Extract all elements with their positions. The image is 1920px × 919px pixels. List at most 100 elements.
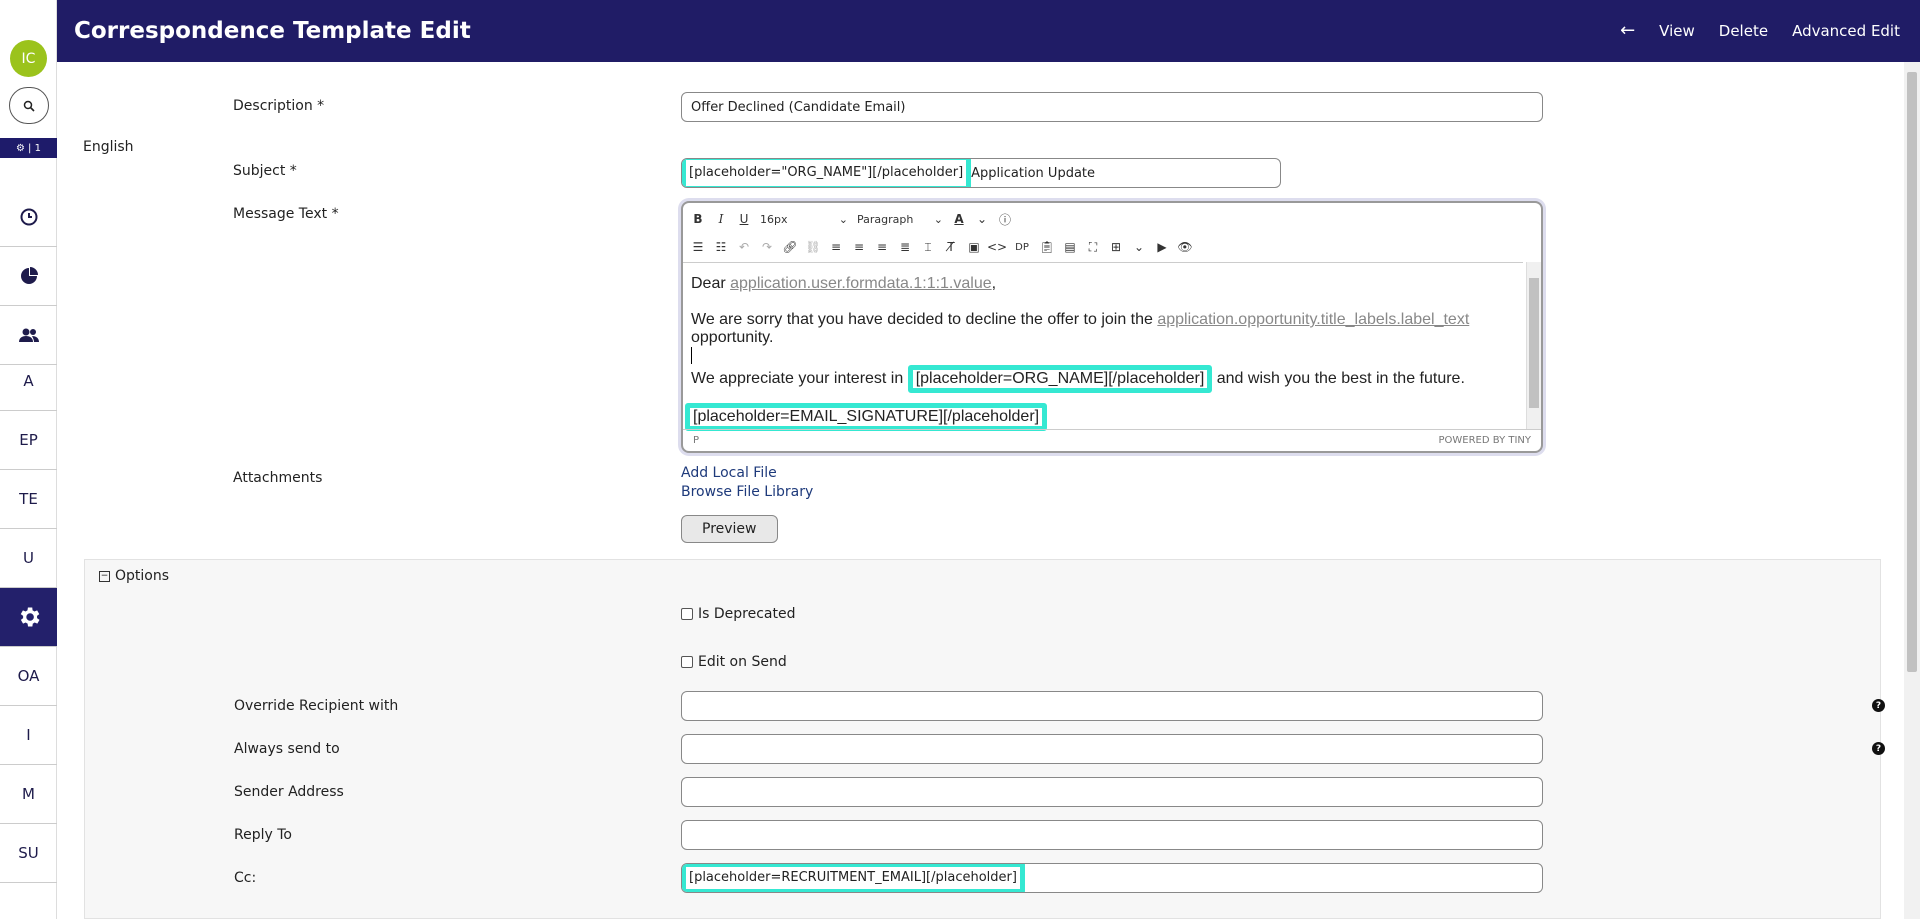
sidebar-search-button[interactable] <box>9 87 49 124</box>
help-icon[interactable]: ? <box>1872 699 1885 712</box>
align-justify-icon[interactable]: ≣ <box>898 240 912 254</box>
sender-address-label: Sender Address <box>234 784 344 800</box>
fullscreen-icon[interactable]: ⛶ <box>1086 240 1100 254</box>
sidebar-item-i[interactable]: I <box>0 706 57 765</box>
sidebar-item-su[interactable]: SU <box>0 824 57 883</box>
clipboard-icon[interactable]: 📋︎ <box>1039 240 1054 254</box>
message-text-label: Message Text * <box>233 206 339 222</box>
unlink-icon[interactable]: ⛓ <box>805 240 820 254</box>
view-link[interactable]: View <box>1659 22 1695 40</box>
undo-icon[interactable]: ↶ <box>737 240 751 254</box>
chevron-down-icon[interactable]: ⌄ <box>1132 240 1146 254</box>
chevron-down-icon[interactable]: ⌄ <box>975 212 989 226</box>
page-scrollbar[interactable] <box>1904 62 1920 919</box>
is-deprecated-checkbox[interactable]: Is Deprecated <box>681 606 795 622</box>
clear-format-icon[interactable]: T̸ <box>944 240 958 254</box>
text-color-icon[interactable]: A <box>952 212 966 226</box>
bullet-list-icon[interactable]: ☰ <box>691 240 705 254</box>
email-signature-placeholder: [placeholder=EMAIL_SIGNATURE][/placehold… <box>685 403 1048 431</box>
avatar[interactable]: IC <box>10 40 47 77</box>
help-icon[interactable]: ⓘ <box>998 212 1012 227</box>
editor-scroll-thumb[interactable] <box>1529 278 1539 408</box>
sender-address-input[interactable] <box>681 777 1543 807</box>
editor-paragraph-sorry: We are sorry that you have decided to de… <box>691 311 1470 346</box>
header-actions: ← View Delete Advanced Edit <box>1620 20 1900 41</box>
delete-link[interactable]: Delete <box>1719 22 1768 40</box>
redo-icon[interactable]: ↷ <box>760 240 774 254</box>
powered-by-tiny[interactable]: POWERED BY TINY <box>1439 435 1532 446</box>
code-icon[interactable]: <> <box>987 240 1007 254</box>
description-input[interactable]: Offer Declined (Candidate Email) <box>681 92 1543 122</box>
sidebar-item-history[interactable] <box>0 188 57 247</box>
sidebar: IC ⚙ | 1 A EP TE U OA I M SU <box>0 0 57 919</box>
subject-input[interactable]: [placeholder="ORG_NAME"][/placeholder] A… <box>681 158 1281 188</box>
align-left-icon[interactable]: ≡ <box>829 240 843 254</box>
editor-toolbar-row-1: B I U 16px ⌄ Paragraph ⌄ A ⌄ ⓘ <box>683 205 1541 233</box>
template-icon[interactable]: ▤ <box>1063 240 1077 254</box>
eye-slash-icon[interactable]: 👁︎ <box>1177 240 1192 254</box>
checkbox-box[interactable] <box>681 656 693 668</box>
sidebar-item-a[interactable]: A <box>0 352 57 411</box>
font-size-select[interactable]: 16px ⌄ <box>760 213 848 226</box>
options-toggle[interactable]: − Options <box>99 568 169 584</box>
chevron-down-icon: ⌄ <box>838 212 848 226</box>
align-right-icon[interactable]: ≡ <box>875 240 889 254</box>
search-icon <box>23 100 35 112</box>
clock-icon <box>20 208 37 226</box>
override-recipient-input[interactable] <box>681 691 1543 721</box>
browse-file-library-link[interactable]: Browse File Library <box>681 484 813 500</box>
page-scroll-thumb[interactable] <box>1907 72 1917 672</box>
editor-scrollbar[interactable] <box>1526 262 1541 429</box>
sidebar-badge[interactable]: ⚙ | 1 <box>0 138 57 158</box>
override-recipient-label: Override Recipient with <box>234 698 399 714</box>
editor-element-path: P <box>693 435 700 446</box>
page-break-icon[interactable]: ⌶ <box>921 240 935 254</box>
dp-icon[interactable]: DP <box>1013 240 1031 254</box>
preview-button[interactable]: Preview <box>681 515 778 543</box>
sidebar-item-u[interactable]: U <box>0 529 57 588</box>
collapse-icon: − <box>99 570 110 582</box>
recruitment-email-placeholder: [placeholder=RECRUITMENT_EMAIL][/placeho… <box>682 864 1025 892</box>
numbered-list-icon[interactable]: ☷ <box>714 240 728 254</box>
users-icon <box>18 328 39 342</box>
always-send-to-input[interactable] <box>681 734 1543 764</box>
edit-on-send-label: Edit on Send <box>698 654 787 670</box>
app-window: IC ⚙ | 1 A EP TE U OA I M SU Corresponde… <box>0 0 1920 919</box>
sidebar-item-settings[interactable] <box>0 588 57 647</box>
advanced-edit-link[interactable]: Advanced Edit <box>1792 22 1900 40</box>
link-icon[interactable]: 🔗︎ <box>782 240 797 254</box>
page-title: Correspondence Template Edit <box>74 18 471 44</box>
edit-on-send-checkbox[interactable]: Edit on Send <box>681 654 787 670</box>
checkbox-box[interactable] <box>681 608 693 620</box>
sidebar-badge-count: | 1 <box>28 142 41 154</box>
add-local-file-link[interactable]: Add Local File <box>681 465 777 481</box>
sidebar-item-oa[interactable]: OA <box>0 647 57 706</box>
opportunity-title-placeholder: application.opportunity.title_labels.lab… <box>1157 311 1470 328</box>
bold-icon[interactable]: B <box>691 212 705 226</box>
block-format-select[interactable]: Paragraph ⌄ <box>857 213 943 226</box>
pie-chart-icon <box>20 267 38 284</box>
message-editor: B I U 16px ⌄ Paragraph ⌄ A ⌄ ⓘ ☰ ☷ ↶ ↷ 🔗︎ … <box>681 201 1543 453</box>
sidebar-item-reports[interactable] <box>0 247 57 306</box>
cc-input[interactable]: [placeholder=RECRUITMENT_EMAIL][/placeho… <box>681 863 1543 893</box>
italic-icon[interactable]: I <box>714 212 728 226</box>
image-icon[interactable]: ▣ <box>967 240 981 254</box>
reply-to-input[interactable] <box>681 820 1543 850</box>
editor-content[interactable]: Dear application.user.formdata.1:1:1.val… <box>683 262 1523 431</box>
user-formdata-placeholder: application.user.formdata.1:1:1.value <box>730 275 992 292</box>
description-label: Description * <box>233 98 325 114</box>
sidebar-item-ep[interactable]: EP <box>0 411 57 470</box>
page-header: Correspondence Template Edit ← View Dele… <box>57 0 1920 62</box>
media-icon[interactable]: ▶ <box>1155 240 1169 254</box>
back-arrow-icon[interactable]: ← <box>1620 20 1635 41</box>
sidebar-item-m[interactable]: M <box>0 765 57 824</box>
table-icon[interactable]: ⊞ <box>1109 240 1123 254</box>
sidebar-item-te[interactable]: TE <box>0 470 57 529</box>
help-icon[interactable]: ? <box>1872 742 1885 755</box>
always-send-to-label: Always send to <box>234 741 340 757</box>
align-center-icon[interactable]: ≡ <box>852 240 866 254</box>
editor-paragraph-greeting: Dear application.user.formdata.1:1:1.val… <box>691 275 997 292</box>
main-content: Description * Offer Declined (Candidate … <box>57 62 1904 919</box>
cc-label: Cc: <box>234 870 257 886</box>
underline-icon[interactable]: U <box>737 212 751 226</box>
